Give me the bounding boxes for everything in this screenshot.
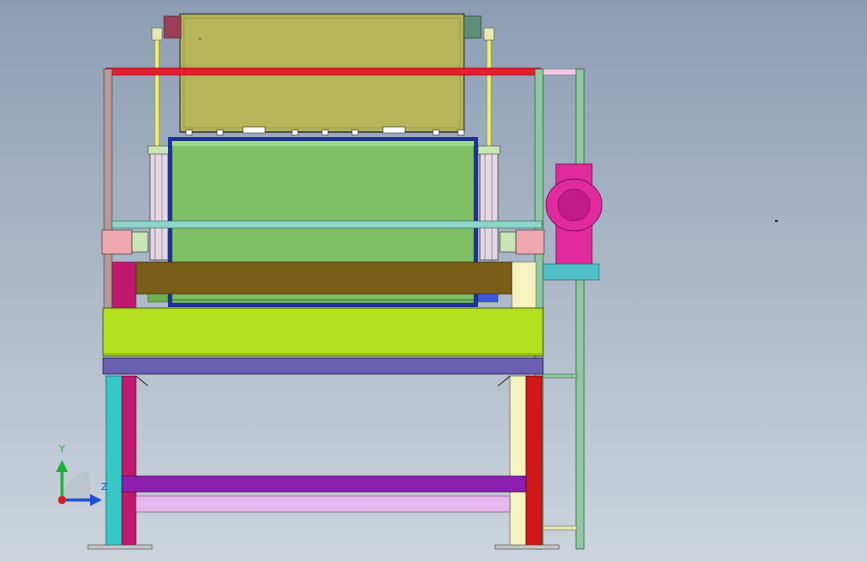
right-frame-post-outer[interactable] <box>575 68 585 550</box>
triad-z-label: Z <box>101 482 108 493</box>
lime-table[interactable] <box>102 307 544 357</box>
red-top-bar[interactable] <box>105 67 541 76</box>
right-leg-cream[interactable] <box>509 375 527 549</box>
right-foot <box>494 544 560 550</box>
triad-y-label: Y <box>59 444 66 455</box>
left-cylinder <box>147 145 171 261</box>
right-leg-red[interactable] <box>525 375 543 549</box>
right-cylinder <box>477 145 501 261</box>
left-leg-cyan[interactable] <box>105 375 123 549</box>
right-frame-crossbar-low <box>542 525 578 531</box>
left-bearing <box>101 229 149 255</box>
left-frame-post[interactable] <box>103 68 113 312</box>
cad-viewport[interactable]: Y Z <box>0 0 867 562</box>
left-magenta-panel <box>111 261 137 309</box>
axis-triad[interactable] <box>56 460 102 506</box>
right-cream-panel <box>511 261 537 309</box>
drive-motor[interactable] <box>542 163 603 281</box>
purple-crossbar[interactable] <box>121 475 527 493</box>
machine-model[interactable] <box>0 0 867 562</box>
right-frame-crossbar-mid <box>542 373 578 379</box>
stray-marker <box>775 220 778 222</box>
right-bearing <box>499 229 545 255</box>
pink-crossbar[interactable] <box>135 495 511 513</box>
pink-top-bar <box>539 68 579 76</box>
axle-bar[interactable] <box>111 220 543 229</box>
blue-beam[interactable] <box>102 357 544 375</box>
left-foot <box>87 544 153 550</box>
olive-band[interactable] <box>135 261 513 295</box>
left-leg-crimson[interactable] <box>121 375 137 549</box>
